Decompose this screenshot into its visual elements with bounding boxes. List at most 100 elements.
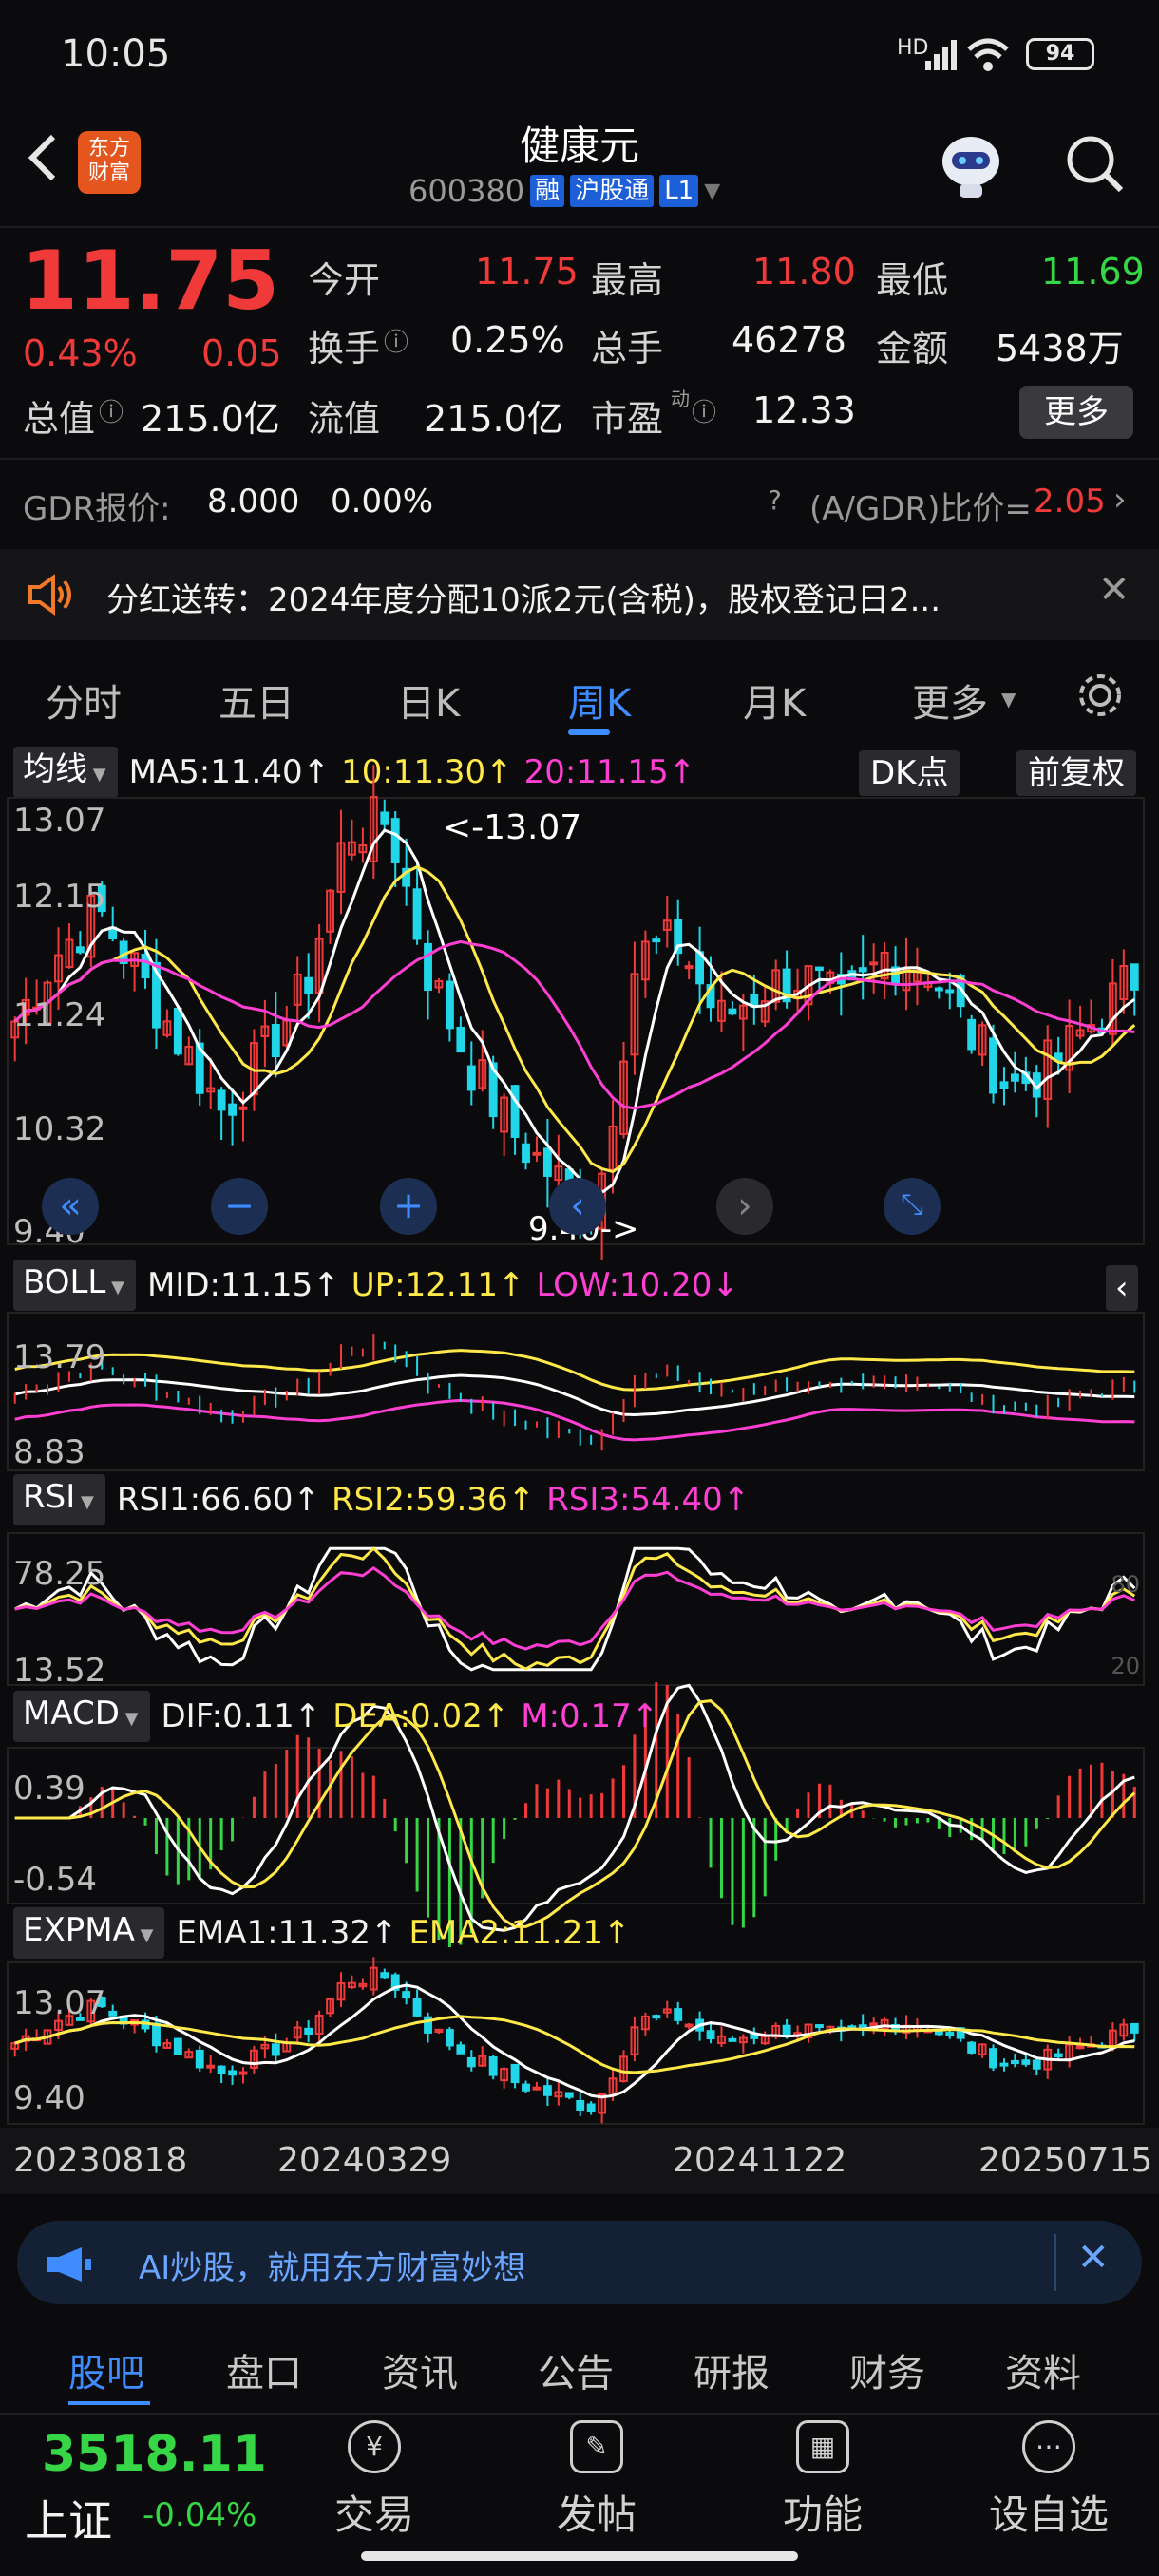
more-button[interactable]: 更多 bbox=[1019, 386, 1133, 439]
zoom-out-icon[interactable]: − bbox=[211, 1178, 268, 1235]
tab-news[interactable]: 资讯 bbox=[382, 2342, 458, 2397]
tab-more[interactable]: 更多 bbox=[912, 672, 988, 728]
help-icon[interactable]: ? bbox=[768, 484, 782, 516]
volume-label: 总手 bbox=[591, 328, 664, 369]
previous-icon[interactable]: ‹ bbox=[549, 1178, 606, 1235]
nav-functions-label: 功能 bbox=[782, 2491, 863, 2538]
gear-icon[interactable] bbox=[1074, 669, 1127, 722]
candle-body bbox=[173, 1007, 182, 1055]
expma-candle-body bbox=[989, 2048, 998, 2069]
tab-profile[interactable]: 资料 bbox=[1005, 2342, 1081, 2397]
expma-candle-body bbox=[402, 1991, 411, 1999]
zoom-in-icon[interactable]: + bbox=[380, 1178, 437, 1235]
expma-candle-body bbox=[152, 2022, 161, 2047]
expma-candle-body bbox=[228, 2070, 237, 2076]
change-percent: 0.43% bbox=[23, 332, 138, 374]
pe-label: 市盈 bbox=[591, 398, 664, 440]
expma-candle-body bbox=[674, 2008, 683, 2021]
signal-icon bbox=[923, 40, 961, 70]
expma-candle-body bbox=[108, 2010, 118, 2017]
info-icon[interactable]: ⓘ bbox=[692, 393, 716, 428]
ma10-line bbox=[13, 864, 1136, 1174]
chevron-down-icon: ▼ bbox=[1001, 688, 1016, 710]
change-amount: 0.05 bbox=[201, 332, 282, 374]
macd-selector[interactable]: MACD ▼ bbox=[13, 1691, 150, 1742]
info-icon[interactable]: ⓘ bbox=[384, 323, 408, 358]
expma-axis-bottom: 9.40 bbox=[13, 2079, 86, 2117]
macd-axis-top: 0.39 bbox=[13, 1770, 86, 1808]
edit-icon: ✎ bbox=[570, 2420, 623, 2473]
candle-body bbox=[75, 946, 85, 954]
kline-chart[interactable]: 均线 ▼ MA5:11.40↑ 10:11.30↑ 20:11.15↑ DK点 … bbox=[0, 741, 1159, 2204]
expma-axis-top: 13.07 bbox=[13, 1984, 105, 2022]
scroll-left-icon[interactable]: « bbox=[42, 1178, 99, 1235]
expma-selector[interactable]: EXPMA ▼ bbox=[13, 1907, 165, 1959]
fullscreen-icon[interactable]: ⤡ bbox=[884, 1178, 940, 1235]
rsi2-line bbox=[14, 1546, 1136, 1671]
rsi-panel-frame bbox=[7, 1532, 1145, 1686]
chart-canvas: 13.0712.1511.2410.329.40<-13.079.40->13.… bbox=[0, 765, 1159, 2194]
candle-body bbox=[1010, 1073, 1019, 1082]
macd-axis-bottom: -0.54 bbox=[13, 1861, 97, 1899]
tab-monthly-k[interactable]: 月K bbox=[743, 672, 806, 728]
candle-body bbox=[380, 811, 390, 825]
expma-candle-body bbox=[1010, 2059, 1019, 2065]
nav-trade[interactable]: ¥ 交易 bbox=[298, 2413, 450, 2541]
expma-candle-body bbox=[728, 2037, 737, 2042]
next-icon[interactable]: › bbox=[716, 1178, 773, 1235]
boll-mid-label: MID:11.15↑ bbox=[146, 1266, 340, 1304]
tab-research[interactable]: 研报 bbox=[694, 2342, 770, 2397]
candle-body bbox=[934, 987, 943, 992]
nav-functions[interactable]: ▦ 功能 bbox=[747, 2413, 899, 2541]
rsi3-line bbox=[14, 1565, 1135, 1651]
candle-body bbox=[967, 1018, 977, 1051]
banner-text: AI炒股，就用东方财富妙想 bbox=[139, 2249, 526, 2287]
tag-level: L1 bbox=[659, 175, 699, 207]
tab-weekly-k[interactable]: 周K bbox=[568, 672, 631, 728]
rsi2-label: RSI2:59.36↑ bbox=[331, 1481, 536, 1519]
rsi-selector[interactable]: RSI ▼ bbox=[13, 1474, 105, 1525]
mktcap-value: 215.0亿 bbox=[141, 398, 280, 440]
ma20-line bbox=[13, 939, 1135, 1110]
search-icon[interactable] bbox=[1062, 131, 1129, 198]
tab-daily-k[interactable]: 日K bbox=[397, 672, 460, 728]
boll-legend: BOLL ▼ MID:11.15↑ UP:12.11↑ LOW:10.20↓ bbox=[0, 1260, 1159, 1311]
expma-candle-body bbox=[564, 2092, 574, 2098]
expma-candle-body bbox=[466, 2056, 476, 2068]
nav-post-label: 发帖 bbox=[556, 2491, 636, 2538]
robot-assistant-icon[interactable] bbox=[933, 125, 1009, 201]
tab-orderbook[interactable]: 盘口 bbox=[226, 2342, 302, 2397]
info-tabs: 股吧 盘口 资讯 公告 研报 财务 资料 bbox=[0, 2314, 1159, 2409]
nav-post[interactable]: ✎ 发帖 bbox=[521, 2413, 673, 2541]
date-tick-label: 20240329 bbox=[277, 2141, 451, 2180]
info-icon[interactable]: ⓘ bbox=[99, 393, 124, 428]
nav-add-watchlist[interactable]: ⋯ 设自选 bbox=[973, 2413, 1125, 2541]
candle-body bbox=[304, 976, 314, 994]
ai-promo-banner[interactable]: AI炒股，就用东方财富妙想 ✕ bbox=[17, 2221, 1142, 2304]
candle-body bbox=[424, 942, 432, 991]
close-icon[interactable]: ✕ bbox=[1098, 568, 1130, 612]
tab-intraday[interactable]: 分时 bbox=[46, 672, 122, 728]
expma-candle-body bbox=[684, 2023, 694, 2028]
collapse-indicators-button[interactable]: ‹ bbox=[1106, 1265, 1138, 1311]
stock-code-row[interactable]: 600380 融 沪股通 L1 ▼ bbox=[408, 173, 720, 209]
period-tabs: 分时 五日 日K 周K 月K 更多 ▼ bbox=[0, 646, 1159, 741]
expma-candle-body bbox=[1054, 2053, 1063, 2058]
tab-announcements[interactable]: 公告 bbox=[538, 2342, 614, 2397]
close-icon[interactable]: ✕ bbox=[1077, 2236, 1110, 2280]
boll-up-label: UP:12.11↑ bbox=[351, 1266, 525, 1304]
tab-five-day[interactable]: 五日 bbox=[218, 672, 294, 728]
tab-financials[interactable]: 财务 bbox=[849, 2342, 925, 2397]
boll-selector[interactable]: BOLL ▼ bbox=[13, 1260, 136, 1311]
index-value[interactable]: 3518.11 bbox=[42, 2426, 267, 2483]
gdr-row[interactable]: GDR报价: 8.000 0.00% ? (A/GDR)比价= 2.05 › bbox=[0, 458, 1159, 543]
expma-candle-body bbox=[445, 2029, 454, 2047]
clock: 10:05 bbox=[61, 32, 171, 76]
expma-candle-body bbox=[1021, 2059, 1031, 2065]
dividend-notice[interactable]: 分红送转：2024年度分配10派2元(含税)，股权登记日2... ✕ bbox=[0, 549, 1159, 640]
battery-icon: 94 bbox=[1026, 38, 1094, 70]
candle-body bbox=[652, 938, 661, 943]
gdr-ratio: 2.05 bbox=[1034, 483, 1106, 521]
tab-forum[interactable]: 股吧 bbox=[68, 2342, 144, 2397]
price-axis-label: 12.15 bbox=[13, 878, 105, 916]
